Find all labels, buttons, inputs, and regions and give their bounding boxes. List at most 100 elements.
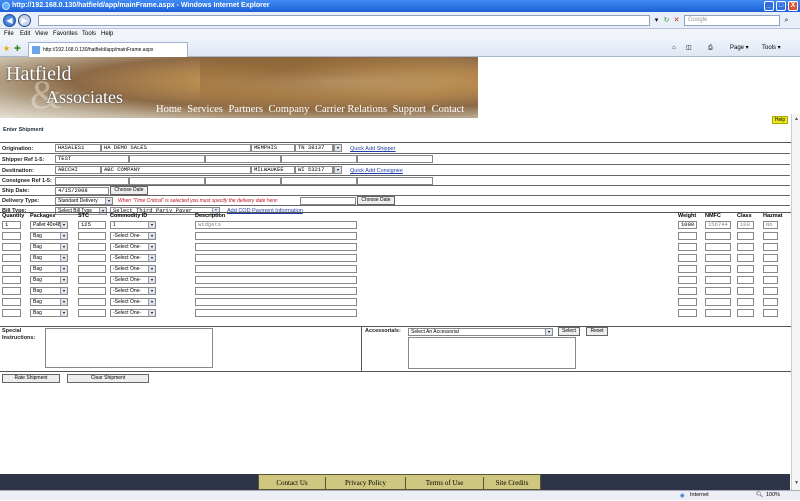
- minimize-button[interactable]: _: [764, 1, 774, 11]
- stc-input[interactable]: 125: [78, 221, 106, 229]
- hazmat-input[interactable]: No: [763, 221, 778, 229]
- hazmat-input[interactable]: [763, 254, 778, 262]
- hazmat-input[interactable]: [763, 287, 778, 295]
- shipper-ref-5-input[interactable]: [357, 155, 433, 163]
- menu-file[interactable]: File: [4, 29, 14, 40]
- scroll-up-icon[interactable]: ▲: [793, 116, 800, 123]
- commodity-select[interactable]: -Select One- ▾: [110, 276, 156, 284]
- nmfc-input[interactable]: [705, 254, 731, 262]
- class-input[interactable]: [737, 298, 754, 306]
- print-icon[interactable]: ⎙: [708, 44, 713, 53]
- consignee-ref-2-input[interactable]: [129, 177, 205, 185]
- accessorial-select[interactable]: Select An Accessorial ▾: [408, 328, 553, 336]
- origination-city-input[interactable]: MEMPHIS: [251, 144, 295, 152]
- description-input[interactable]: [195, 232, 357, 240]
- description-input[interactable]: [195, 254, 357, 262]
- nmfc-input[interactable]: [705, 265, 731, 273]
- commodity-select[interactable]: -Select One- ▾: [110, 243, 156, 251]
- quantity-input[interactable]: [2, 309, 21, 317]
- nmfc-input[interactable]: [705, 243, 731, 251]
- nmfc-input[interactable]: 156744 (L): [705, 221, 731, 229]
- consignee-ref-5-input[interactable]: [357, 177, 433, 185]
- commodity-select[interactable]: -Select One- ▾: [110, 309, 156, 317]
- browser-tab[interactable]: http://192.168.0.130/hatfield/app/mainFr…: [28, 42, 188, 57]
- accessorial-select-button[interactable]: Select: [558, 327, 580, 336]
- hazmat-input[interactable]: [763, 276, 778, 284]
- package-select[interactable]: Bag ▾: [30, 254, 68, 262]
- weight-input[interactable]: [678, 254, 697, 262]
- class-input[interactable]: [737, 276, 754, 284]
- delivery-date-input[interactable]: [300, 197, 356, 205]
- weight-input[interactable]: [678, 276, 697, 284]
- quantity-input[interactable]: [2, 254, 21, 262]
- quantity-input[interactable]: [2, 287, 21, 295]
- hazmat-input[interactable]: [763, 243, 778, 251]
- origination-dropdown[interactable]: ▾: [333, 144, 342, 152]
- weight-input[interactable]: 1000: [678, 221, 697, 229]
- add-favorite-icon[interactable]: ✚: [14, 44, 21, 53]
- hazmat-input[interactable]: [763, 298, 778, 306]
- commodity-select[interactable]: -Select One- ▾: [110, 254, 156, 262]
- search-input[interactable]: Google: [684, 15, 780, 26]
- menu-view[interactable]: View: [35, 29, 48, 40]
- package-select[interactable]: Bag ▾: [30, 265, 68, 273]
- hazmat-input[interactable]: [763, 232, 778, 240]
- shipper-ref-3-input[interactable]: [205, 155, 281, 163]
- weight-input[interactable]: [678, 243, 697, 251]
- quantity-input[interactable]: 1: [2, 221, 21, 229]
- footer-site-credits[interactable]: Site Credits: [484, 477, 540, 489]
- footer-contact-us[interactable]: Contact Us: [259, 477, 326, 489]
- nav-support[interactable]: Support: [393, 104, 426, 115]
- description-input[interactable]: [195, 298, 357, 306]
- zoom-icon[interactable]: 🔍︎: [756, 491, 763, 500]
- origination-state-input[interactable]: TN 38137: [295, 144, 333, 152]
- origination-code-input[interactable]: HASALES1: [55, 144, 101, 152]
- help-button[interactable]: Help: [772, 116, 788, 124]
- ship-date-choose-button[interactable]: Choose Date: [110, 186, 148, 195]
- close-button[interactable]: X: [788, 1, 798, 11]
- destination-code-input[interactable]: ABCCHI: [55, 166, 101, 174]
- weight-input[interactable]: [678, 232, 697, 240]
- hazmat-input[interactable]: [763, 265, 778, 273]
- url-dropdown-icon[interactable]: ▾: [652, 16, 661, 25]
- quantity-input[interactable]: [2, 276, 21, 284]
- commodity-select[interactable]: -Select One- ▾: [110, 287, 156, 295]
- description-input[interactable]: [195, 243, 357, 251]
- favorites-star-icon[interactable]: ★: [3, 44, 10, 53]
- commodity-select[interactable]: -Select One- ▾: [110, 298, 156, 306]
- shipper-ref-1-input[interactable]: TEST: [55, 155, 129, 163]
- tools-menu-button[interactable]: Tools ▾: [762, 44, 781, 53]
- url-input[interactable]: [38, 15, 650, 26]
- class-input[interactable]: [737, 254, 754, 262]
- package-select[interactable]: Bag ▾: [30, 232, 68, 240]
- accessorial-reset-button[interactable]: Reset: [586, 327, 608, 336]
- class-input[interactable]: [737, 232, 754, 240]
- stc-input[interactable]: [78, 298, 106, 306]
- commodity-select[interactable]: -Select One- ▾: [110, 265, 156, 273]
- special-instructions-textarea[interactable]: [45, 328, 213, 368]
- add-cod-link[interactable]: Add COD Payment Information: [227, 208, 303, 214]
- class-input[interactable]: [737, 309, 754, 317]
- nmfc-input[interactable]: [705, 232, 731, 240]
- package-select[interactable]: Bag ▾: [30, 298, 68, 306]
- nav-services[interactable]: Services: [187, 104, 223, 115]
- nmfc-input[interactable]: [705, 309, 731, 317]
- accessorials-list[interactable]: [408, 337, 576, 369]
- menu-favorites[interactable]: Favorites: [53, 29, 78, 40]
- nav-partners[interactable]: Partners: [229, 104, 263, 115]
- stc-input[interactable]: [78, 287, 106, 295]
- forward-icon[interactable]: ▶: [18, 14, 31, 27]
- footer-privacy-policy[interactable]: Privacy Policy: [326, 477, 406, 489]
- hazmat-input[interactable]: [763, 309, 778, 317]
- rate-shipment-button[interactable]: Rate Shipment: [2, 374, 60, 383]
- commodity-select[interactable]: 1 ▾: [110, 221, 156, 229]
- menu-edit[interactable]: Edit: [20, 29, 30, 40]
- quantity-input[interactable]: [2, 298, 21, 306]
- destination-name-input[interactable]: ABC COMPANY: [101, 166, 251, 174]
- quick-add-shipper-link[interactable]: Quick Add Shipper: [350, 146, 396, 152]
- scroll-down-icon[interactable]: ▼: [793, 480, 800, 487]
- search-icon[interactable]: ⌕: [782, 16, 791, 25]
- nav-home[interactable]: Home: [156, 104, 182, 115]
- nmfc-input[interactable]: [705, 298, 731, 306]
- commodity-select[interactable]: -Select One- ▾: [110, 232, 156, 240]
